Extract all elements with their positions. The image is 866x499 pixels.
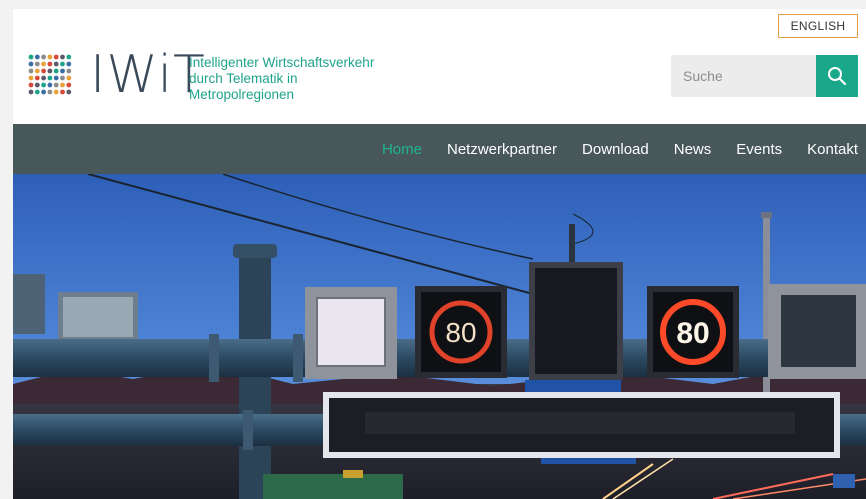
hero-traffic-gantry-photo: 80 80: [13, 174, 866, 499]
nav-item-netzwerkpartner[interactable]: Netzwerkpartner: [447, 141, 557, 158]
search-icon: [828, 67, 847, 86]
logo-dot: [41, 75, 46, 81]
nav-item-events[interactable]: Events: [736, 141, 782, 158]
search-input[interactable]: [671, 55, 816, 97]
logo-dot: [66, 82, 72, 88]
logo-dot: [47, 68, 53, 74]
logo-dot: [34, 75, 40, 81]
tagline-line-1: Intelligenter Wirtschaftsverkehr: [189, 55, 375, 70]
logo-dot: [47, 82, 53, 88]
logo-dot: [66, 89, 72, 95]
logo-dot: [53, 75, 59, 81]
tagline-line-3: Metropolregionen: [189, 87, 295, 102]
language-switch-button[interactable]: ENGLISH: [778, 14, 858, 38]
page: ENGLISH IWiT Intelligenter Wirtschaftsve…: [13, 9, 866, 499]
speed-sign-dim-value: 80: [445, 317, 476, 348]
logo-dot: [53, 68, 59, 74]
logo-dot: [34, 54, 40, 60]
logo-dot: [66, 68, 72, 74]
logo-dot: [53, 54, 59, 60]
hero-image: 80 80: [13, 174, 866, 499]
logo-dot: [41, 68, 46, 74]
logo-dot: [60, 61, 65, 67]
search-button[interactable]: [816, 55, 858, 97]
tagline-line-2: durch Telematik in: [189, 71, 298, 86]
logo-dot: [34, 89, 40, 95]
logo-dot: [66, 61, 72, 67]
logo-dot: [28, 75, 34, 81]
logo-dot: [60, 75, 65, 81]
logo-dot: [53, 82, 59, 88]
logo-dot: [41, 61, 46, 67]
logo-dot: [28, 82, 34, 88]
logo-dot: [41, 82, 46, 88]
logo-dot: [28, 61, 34, 67]
logo-dot: [66, 54, 72, 60]
nav-item-home[interactable]: Home: [382, 141, 422, 158]
logo-dot: [34, 61, 40, 67]
logo-dot: [28, 89, 34, 95]
nav-item-news[interactable]: News: [674, 141, 712, 158]
logo-dot: [60, 82, 65, 88]
nav-item-kontakt[interactable]: Kontakt: [807, 141, 858, 158]
logo-dot: [60, 68, 65, 74]
logo-dot: [53, 61, 59, 67]
logo-dot: [60, 54, 65, 60]
logo-dot: [53, 89, 59, 95]
logo-dot: [66, 75, 72, 81]
main-navigation: Home Netzwerkpartner Download News Event…: [13, 124, 866, 174]
logo-dot: [41, 89, 46, 95]
logo-dot: [28, 54, 34, 60]
logo-dot: [34, 82, 40, 88]
logo-dot: [47, 61, 53, 67]
logo-dot: [60, 89, 65, 95]
logo-dot: [47, 54, 53, 60]
logo-dot-grid-icon[interactable]: [28, 53, 72, 97]
logo-dot: [34, 68, 40, 74]
logo-dot: [47, 75, 53, 81]
site-header: ENGLISH IWiT Intelligenter Wirtschaftsve…: [13, 9, 866, 124]
nav-item-download[interactable]: Download: [582, 141, 649, 158]
logo-tagline: Intelligenter Wirtschaftsverkehr durch T…: [189, 55, 374, 103]
logo-dot: [41, 54, 46, 60]
logo-dot: [28, 68, 34, 74]
search-bar: [671, 55, 858, 97]
logo-dot: [47, 89, 53, 95]
speed-sign-lit-value: 80: [676, 317, 709, 350]
